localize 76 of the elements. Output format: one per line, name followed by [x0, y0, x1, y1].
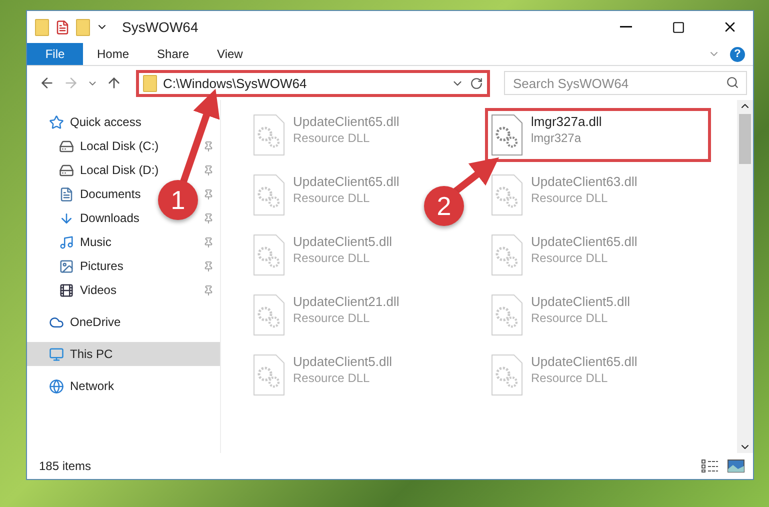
file-name: UpdateClient5.dll	[531, 294, 630, 309]
nav-item[interactable]: Downloads	[80, 211, 140, 225]
file-type: Resource DLL	[293, 311, 371, 325]
details-view-icon[interactable]	[701, 459, 719, 473]
back-icon[interactable]	[39, 75, 55, 91]
gear-file-icon	[491, 114, 523, 156]
nav-item[interactable]: Local Disk (D:)	[80, 163, 159, 177]
gear-file-icon	[491, 234, 523, 276]
file-type: Resource DLL	[293, 371, 371, 385]
drive-icon	[59, 138, 74, 154]
gear-file-icon	[253, 234, 285, 276]
file-type: Resource DLL	[293, 251, 371, 265]
file-type: Resource DLL	[531, 191, 609, 205]
down-arrow-icon	[59, 210, 74, 226]
file-type: Resource DLL	[531, 251, 609, 265]
ribbon-tab[interactable]: Share	[143, 43, 204, 65]
help-button[interactable]: ?	[730, 46, 745, 62]
ribbon-tab[interactable]: File	[27, 43, 83, 65]
nav-label: This PC	[70, 347, 113, 361]
checklist-icon[interactable]	[55, 20, 70, 34]
ribbon-tab[interactable]: View	[203, 43, 257, 65]
gear-file-icon	[491, 354, 523, 396]
picture-icon	[59, 258, 74, 274]
nav-item[interactable]: Music	[80, 235, 112, 249]
file-type: lmgr327a	[531, 131, 582, 145]
gear-file-icon	[253, 114, 285, 156]
file-name: UpdateClient65.dll	[531, 354, 638, 369]
file-name: UpdateClient63.dll	[531, 174, 638, 189]
file-name: UpdateClient65.dll	[531, 234, 638, 249]
music-note-icon	[59, 234, 74, 250]
nav-item[interactable]: Network	[70, 379, 114, 393]
gear-file-icon	[253, 174, 285, 216]
file-name: UpdateClient5.dll	[293, 354, 392, 369]
nav-item[interactable]: Documents	[80, 187, 141, 201]
gear-file-icon	[253, 354, 285, 396]
address-path: C:\Windows\SysWOW64	[163, 76, 308, 90]
search-icon	[726, 76, 739, 89]
file-name: UpdateClient65.dll	[293, 174, 400, 189]
file-name: UpdateClient21.dll	[293, 294, 400, 309]
nav-item[interactable]: This PC	[27, 342, 220, 366]
gear-file-icon	[491, 174, 523, 216]
file-name: UpdateClient5.dll	[293, 234, 392, 249]
file-name: lmgr327a.dll	[531, 114, 602, 129]
film-icon	[59, 282, 74, 298]
nav-item[interactable]: Quick access	[70, 115, 142, 129]
folder-icon	[143, 74, 157, 92]
gear-file-icon	[253, 294, 285, 336]
search-field[interactable]: Search SysWOW64	[504, 71, 747, 95]
globe-icon	[49, 378, 64, 394]
ribbon-tab[interactable]: Home	[83, 43, 144, 65]
nav-item[interactable]: Videos	[80, 283, 116, 297]
scrollbar[interactable]	[737, 100, 753, 453]
file-type: Resource DLL	[293, 131, 371, 145]
scrollbar-thumb[interactable]	[739, 114, 751, 164]
item-count: 185 items	[39, 459, 92, 473]
file-type: Resource DLL	[531, 311, 609, 325]
file-type: Resource DLL	[531, 371, 609, 385]
thumbnail-view-icon[interactable]	[727, 459, 745, 473]
window-title: SysWOW64	[122, 19, 200, 35]
file-name: UpdateClient65.dll	[293, 114, 400, 129]
cloud-icon	[49, 314, 64, 330]
nav-item[interactable]: OneDrive	[70, 315, 121, 329]
document-icon	[59, 186, 74, 202]
address-field[interactable]: C:\Windows\SysWOW64	[136, 70, 490, 96]
drive-icon	[59, 162, 74, 178]
minimize-icon	[620, 26, 632, 28]
file-type: Resource DLL	[293, 191, 371, 205]
file-item[interactable]: lmgr327a.dll lmgr327a	[485, 108, 711, 162]
gear-file-icon	[491, 294, 523, 336]
star-icon	[49, 114, 64, 130]
nav-item[interactable]: Local Disk (C:)	[80, 139, 159, 153]
nav-item[interactable]: Pictures	[80, 259, 124, 273]
maximize-icon	[672, 20, 684, 34]
up-icon[interactable]	[106, 75, 122, 91]
monitor-icon	[49, 346, 64, 362]
refresh-icon[interactable]	[470, 76, 483, 90]
